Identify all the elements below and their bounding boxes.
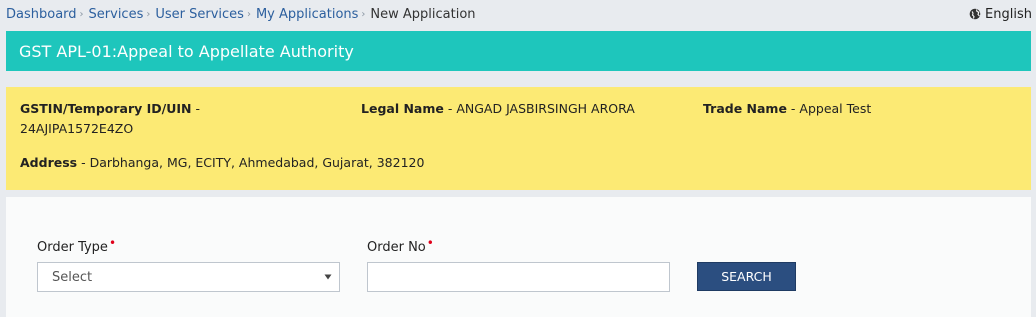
breadcrumb-services[interactable]: Services: [89, 7, 144, 22]
order-type-select[interactable]: Select: [37, 262, 340, 292]
page-title-bar: GST APL-01:Appeal to Appellate Authority: [6, 31, 1031, 71]
globe-icon: [969, 8, 981, 20]
breadcrumb-user-services[interactable]: User Services: [155, 7, 244, 22]
trade-name-value: Appeal Test: [799, 101, 872, 116]
order-no-label-text: Order No: [367, 240, 426, 255]
order-search-panel: Order Type• Select Order No• SEARCH: [6, 197, 1031, 317]
trade-name-label: Trade Name: [703, 101, 787, 116]
gstin-label: GSTIN/Temporary ID/UIN: [20, 101, 192, 116]
language-label: English: [985, 6, 1032, 22]
legal-name-field: Legal Name - ANGAD JASBIRSINGH ARORA: [361, 101, 635, 116]
language-selector[interactable]: English: [969, 6, 1032, 22]
legal-name-value: ANGAD JASBIRSINGH ARORA: [456, 101, 635, 116]
caret-down-icon: [324, 274, 332, 280]
breadcrumb: Dashboard › Services › User Services › M…: [6, 6, 476, 22]
chevron-right-icon: ›: [246, 8, 251, 20]
order-type-selected-value: Select: [52, 269, 93, 285]
taxpayer-info-box: GSTIN/Temporary ID/UIN - 24AJIPA1572E4ZO…: [6, 87, 1031, 190]
chevron-right-icon: ›: [146, 8, 151, 20]
breadcrumb-my-applications[interactable]: My Applications: [256, 7, 358, 22]
order-no-input[interactable]: [367, 262, 670, 292]
order-type-label: Order Type•: [37, 236, 116, 255]
breadcrumb-dashboard[interactable]: Dashboard: [6, 7, 77, 22]
legal-name-label: Legal Name: [361, 101, 444, 116]
page-title: GST APL-01:Appeal to Appellate Authority: [19, 41, 354, 61]
address-field: Address - Darbhanga, MG, ECITY, Ahmedaba…: [20, 155, 425, 170]
gstin-field: GSTIN/Temporary ID/UIN - 24AJIPA1572E4ZO: [20, 101, 200, 136]
required-mark: •: [426, 236, 434, 250]
search-button[interactable]: SEARCH: [697, 262, 796, 291]
order-no-label: Order No•: [367, 236, 434, 255]
trade-name-field: Trade Name - Appeal Test: [703, 101, 872, 116]
breadcrumb-current: New Application: [370, 6, 476, 22]
gstin-value: 24AJIPA1572E4ZO: [20, 121, 134, 136]
required-mark: •: [108, 236, 117, 250]
chevron-right-icon: ›: [361, 8, 366, 20]
address-value: Darbhanga, MG, ECITY, Ahmedabad, Gujarat…: [89, 155, 425, 170]
chevron-right-icon: ›: [79, 8, 84, 20]
address-label: Address: [20, 155, 78, 170]
order-type-label-text: Order Type: [37, 240, 108, 255]
